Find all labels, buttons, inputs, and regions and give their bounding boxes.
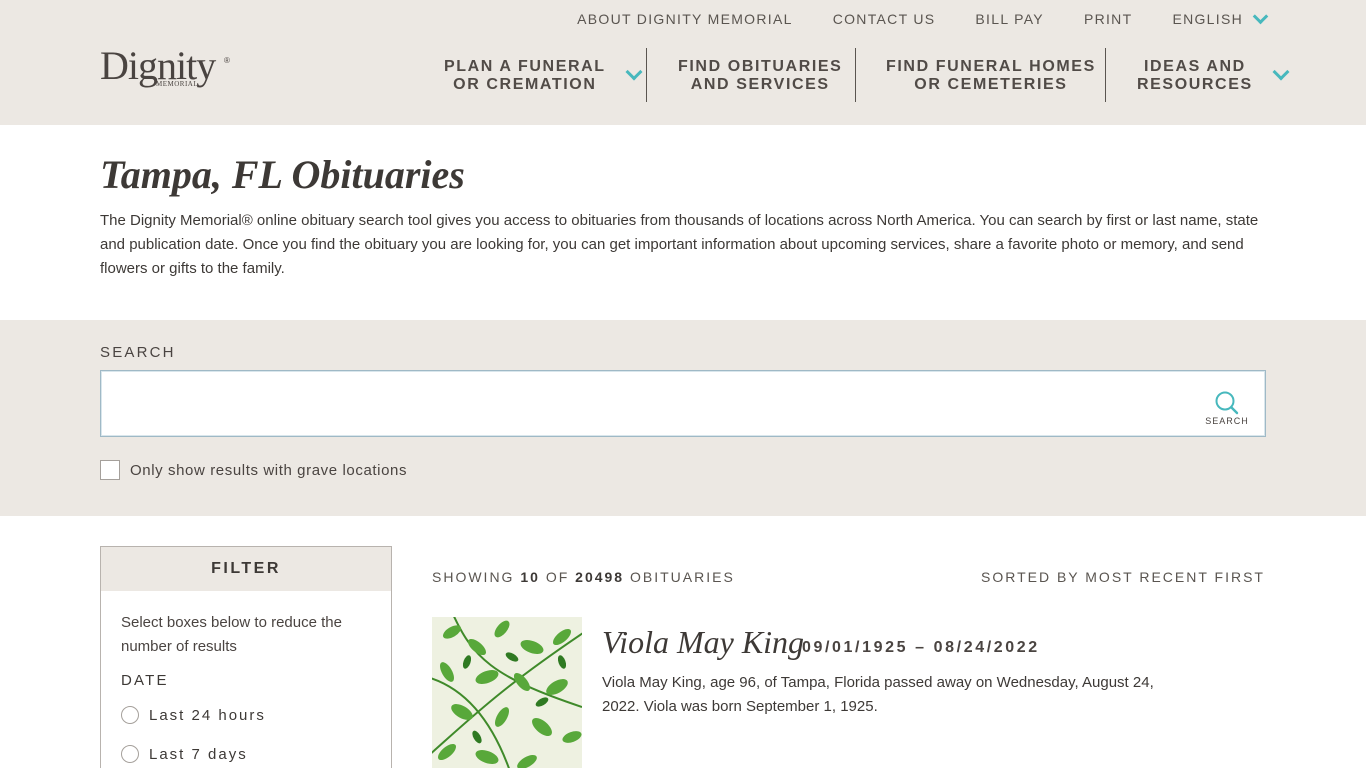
search-label: SEARCH [100, 344, 176, 361]
nav-find-obituaries-label[interactable]: FIND OBITUARIES AND SERVICES [678, 58, 842, 94]
about-link[interactable]: ABOUT DIGNITY MEMORIAL [577, 11, 793, 27]
page-description: The Dignity Memorial® online obituary se… [100, 212, 1259, 277]
site-header: ABOUT DIGNITY MEMORIAL CONTACT US BILL P… [0, 0, 1366, 125]
search-input[interactable]: SEARCH [100, 370, 1266, 437]
nav-plan-funeral[interactable]: PLAN A FUNERAL OR CREMATION [444, 48, 643, 104]
chevron-down-icon[interactable] [1272, 63, 1290, 81]
contact-us-link[interactable]: CONTACT US [833, 11, 936, 27]
nav-label-line: RESOURCES [1137, 76, 1253, 93]
filter-panel: FILTER Select boxes below to reduce the … [100, 546, 392, 768]
date-option-label[interactable]: Last 24 hours [149, 707, 266, 724]
nav-plan-funeral-label[interactable]: PLAN A FUNERAL OR CREMATION [444, 58, 606, 94]
nav-label-line: FIND FUNERAL HOMES [886, 58, 1096, 75]
filter-heading: FILTER [101, 547, 391, 591]
search-section: SEARCH SEARCH Only show results with gra… [0, 320, 1366, 516]
nav-label-line: AND SERVICES [690, 76, 830, 93]
page-title: Tampa, FL Obituaries [100, 152, 465, 197]
obituary-dates: 09/01/1925 – 08/24/2022 [802, 639, 1040, 656]
obituary-name[interactable]: Viola May King [602, 624, 804, 661]
search-icon[interactable] [1214, 391, 1240, 415]
results-total-count: 20498 [575, 569, 625, 585]
print-link[interactable]: PRINT [1084, 11, 1133, 27]
main-nav: PLAN A FUNERAL OR CREMATION FIND OBITUAR… [0, 48, 1366, 104]
date-option-radio[interactable] [121, 745, 139, 763]
date-option-24h[interactable]: Last 24 hours [121, 706, 266, 724]
nav-label-line: OR CEMETERIES [914, 76, 1068, 93]
results-showing-label: SHOWING [432, 569, 515, 585]
results-of-label: OF [545, 569, 570, 585]
grave-location-filter[interactable]: Only show results with grave locations [100, 460, 407, 480]
search-button-label: SEARCH [1205, 416, 1249, 426]
results-suffix: OBITUARIES [629, 569, 735, 585]
utility-nav: ABOUT DIGNITY MEMORIAL CONTACT US BILL P… [537, 8, 1269, 27]
bill-pay-link[interactable]: BILL PAY [975, 11, 1044, 27]
nav-find-funeral-homes-label[interactable]: FIND FUNERAL HOMES OR CEMETERIES [886, 58, 1096, 94]
chevron-down-icon[interactable] [625, 63, 643, 81]
results-shown-count: 10 [520, 569, 540, 585]
date-option-radio[interactable] [121, 706, 139, 724]
nav-ideas-resources-label[interactable]: IDEAS AND RESOURCES [1137, 58, 1253, 94]
nav-label-line: FIND OBITUARIES [678, 58, 843, 75]
nav-ideas-resources[interactable]: IDEAS AND RESOURCES [1137, 48, 1290, 104]
nav-label-line: IDEAS AND [1143, 58, 1246, 75]
nav-divider [646, 48, 647, 102]
sort-label: SORTED BY MOST RECENT FIRST [980, 569, 1265, 585]
chevron-down-icon[interactable] [1252, 8, 1269, 24]
nav-divider [855, 48, 856, 102]
filter-hint: Select boxes below to reduce the number … [121, 614, 342, 655]
nav-find-obituaries[interactable]: FIND OBITUARIES AND SERVICES [678, 48, 842, 104]
nav-divider [1105, 48, 1106, 102]
nav-label-line: PLAN A FUNERAL [444, 58, 606, 75]
language-label[interactable]: ENGLISH [1172, 11, 1243, 27]
search-button[interactable]: SEARCH [1203, 391, 1251, 427]
nav-label-line: OR CREMATION [453, 76, 597, 93]
results-count: SHOWING 10 OF 20498 OBITUARIES [432, 569, 735, 585]
obituary-summary: Viola May King, age 96, of Tampa, Florid… [602, 674, 1154, 715]
language-selector[interactable]: ENGLISH [1172, 8, 1269, 27]
grave-location-label[interactable]: Only show results with grave locations [130, 462, 407, 479]
filter-date-heading: DATE [121, 672, 169, 689]
leaf-pattern-image [432, 617, 582, 768]
date-option-7d[interactable]: Last 7 days [121, 745, 248, 763]
obituary-photo[interactable] [432, 617, 582, 768]
nav-find-funeral-homes[interactable]: FIND FUNERAL HOMES OR CEMETERIES [886, 48, 1096, 104]
grave-location-checkbox[interactable] [100, 460, 120, 480]
date-option-label[interactable]: Last 7 days [149, 746, 248, 763]
